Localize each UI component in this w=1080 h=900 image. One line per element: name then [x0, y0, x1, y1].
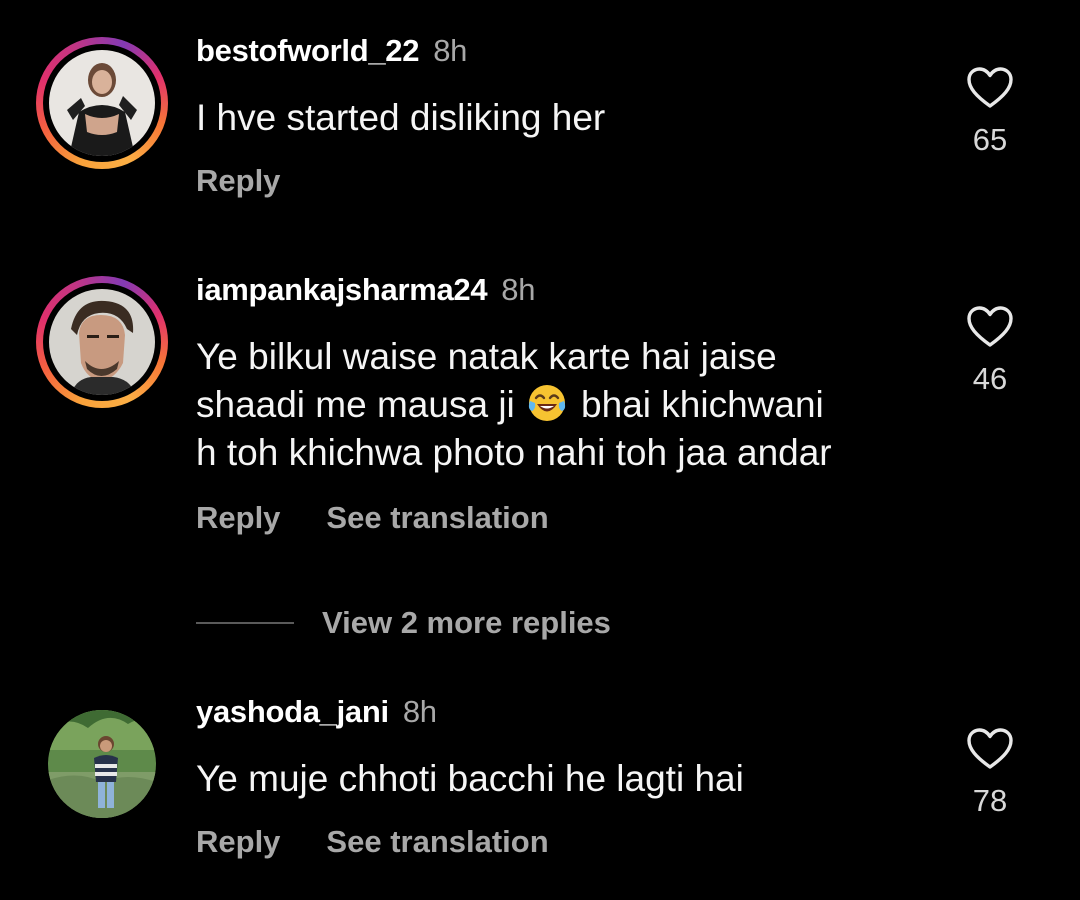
username-text[interactable]: iampankajsharma24	[196, 272, 488, 307]
tears-of-joy-emoji-icon	[528, 385, 566, 421]
profile-photo-icon	[49, 289, 155, 395]
comment-actions: Reply See translation	[196, 500, 549, 536]
divider	[196, 622, 294, 624]
comment-actions: Reply See translation	[196, 824, 549, 860]
comment-text: Ye muje chhoti bacchi he lagti hai	[196, 758, 744, 799]
comment-text-line: h toh khichwa photo nahi toh jaa andar	[196, 432, 832, 473]
comment-username[interactable]: iampankajsharma24 8h	[196, 272, 535, 308]
avatar[interactable]	[49, 50, 155, 156]
heart-icon[interactable]	[966, 727, 1014, 771]
avatar-story-ring[interactable]	[36, 276, 168, 408]
comment-username[interactable]: yashoda_jani 8h	[196, 694, 437, 730]
comment-timestamp: 8h	[433, 33, 468, 68]
username-text[interactable]: bestofworld_22	[196, 33, 419, 68]
see-translation-button[interactable]: See translation	[326, 500, 548, 535]
like-group: 78	[958, 727, 1022, 819]
avatar-story-ring[interactable]	[36, 37, 168, 169]
reply-button[interactable]: Reply	[196, 824, 280, 859]
view-more-replies-label[interactable]: View 2 more replies	[322, 605, 611, 641]
heart-icon[interactable]	[966, 66, 1014, 110]
comment-timestamp: 8h	[402, 694, 437, 729]
comment-text-segment: bhai khichwani	[581, 384, 824, 425]
reply-button[interactable]: Reply	[196, 500, 280, 535]
reply-button[interactable]: Reply	[196, 163, 280, 198]
see-translation-button[interactable]: See translation	[326, 824, 548, 859]
username-text[interactable]: yashoda_jani	[196, 694, 389, 729]
like-count: 65	[972, 122, 1008, 157]
like-count: 78	[972, 783, 1008, 818]
comment-username[interactable]: bestofworld_22 8h	[196, 33, 467, 69]
profile-photo-icon	[49, 50, 155, 156]
like-group: 46	[958, 305, 1022, 397]
comment-text-line: Ye bilkul waise natak karte hai jaise	[196, 336, 777, 377]
profile-photo-icon	[48, 710, 156, 818]
like-group: 65	[958, 66, 1022, 158]
comment-text: Ye bilkul waise natak karte hai jaise sh…	[196, 333, 936, 477]
view-more-replies[interactable]: View 2 more replies	[196, 603, 611, 643]
avatar[interactable]	[48, 710, 156, 818]
avatar[interactable]	[49, 289, 155, 395]
comment-text-segment: shaadi me mausa ji	[196, 384, 515, 425]
comment-actions: Reply	[196, 163, 280, 199]
comment-text: I hve started disliking her	[196, 97, 606, 138]
comment-timestamp: 8h	[501, 272, 536, 307]
like-count: 46	[972, 361, 1008, 396]
heart-icon[interactable]	[966, 305, 1014, 349]
comment-text-line: shaadi me mausa ji bhai khichwani	[196, 381, 936, 429]
